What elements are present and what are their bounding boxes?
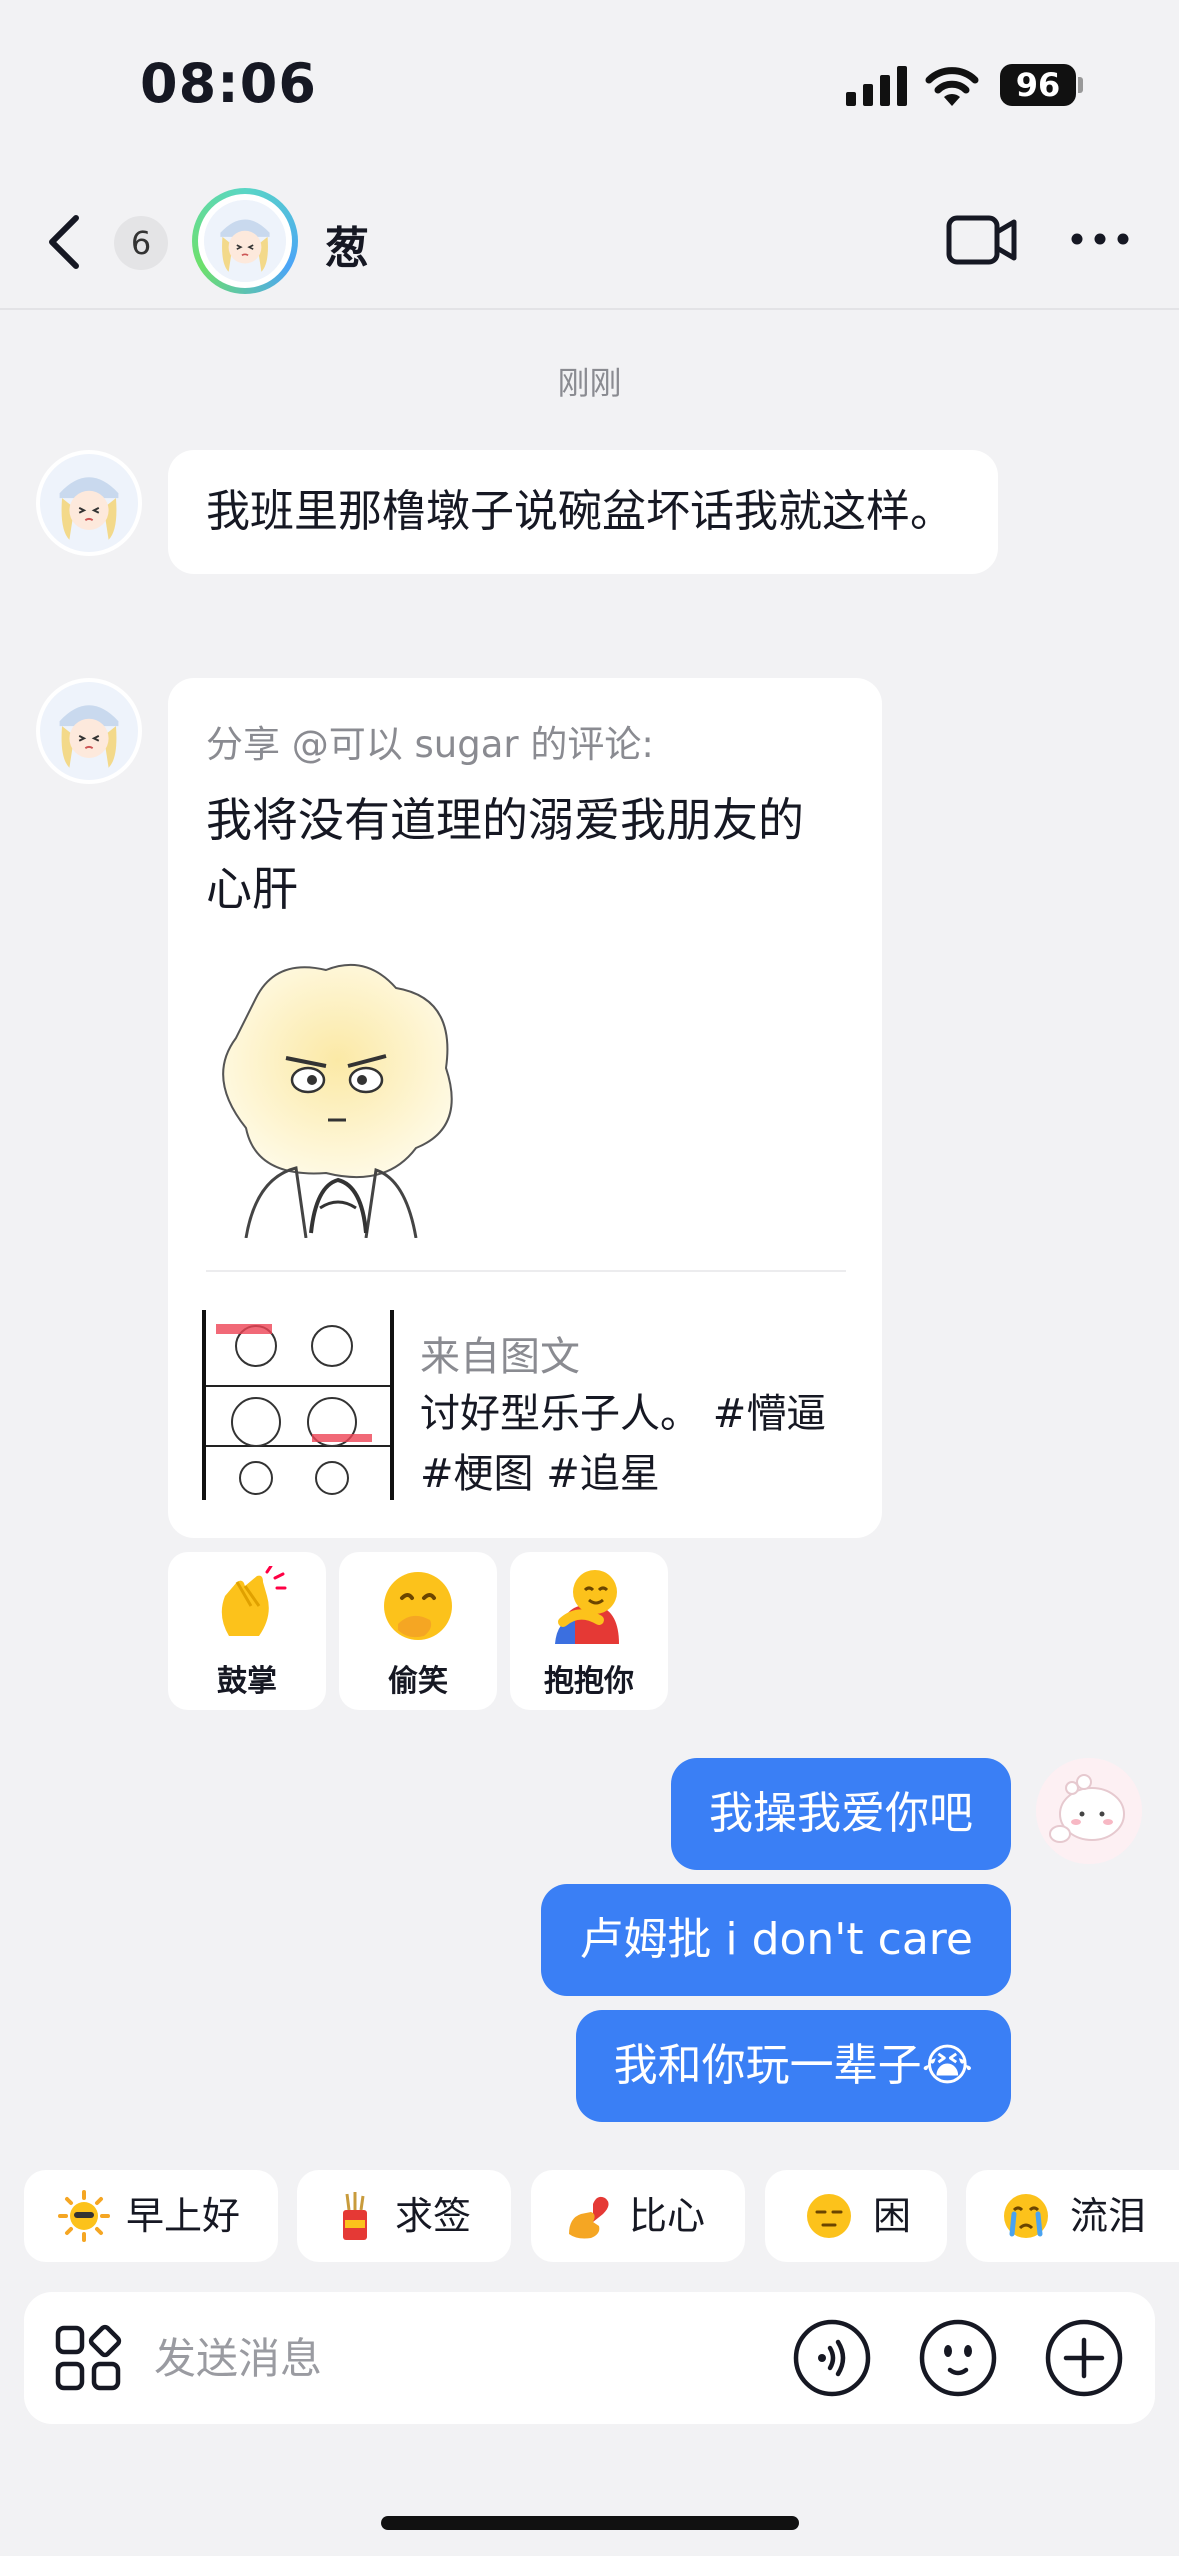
source-post-thumbnail[interactable] [202, 1310, 394, 1500]
back-icon[interactable] [44, 212, 84, 272]
apps-grid-icon[interactable] [54, 2324, 124, 2394]
quick-reply-chip[interactable]: 流泪 [966, 2170, 1179, 2262]
contact-avatar[interactable] [192, 188, 298, 294]
quick-reply-chip[interactable]: 困 [765, 2170, 947, 2262]
avatar-face-icon [40, 454, 138, 552]
status-time: 08:06 [140, 52, 317, 115]
wifi-icon [925, 67, 979, 106]
battery-nub [1078, 77, 1083, 93]
outgoing-message[interactable]: 我和你玩一辈子😭 [575, 2010, 1011, 2122]
fortune-icon [343, 2192, 367, 2240]
reaction-label: 抱抱你 [544, 1664, 634, 1699]
status-bar: 08:06 96 [0, 0, 1179, 160]
outgoing-message[interactable]: 我操我爱你吧 [671, 1758, 1011, 1870]
sleepy-icon [807, 2194, 851, 2238]
home-indicator[interactable] [381, 2516, 799, 2530]
source-label: 来自图文 [420, 1334, 580, 1380]
video-call-icon[interactable] [946, 214, 1018, 266]
sun-icon [58, 2190, 110, 2242]
reaction-label: 鼓掌 [217, 1664, 277, 1699]
chat-header: 6 葱 [0, 170, 1179, 310]
quick-reply-label: 流泪 [1070, 2194, 1147, 2238]
battery-indicator: 96 [1000, 64, 1076, 106]
reaction-snicker[interactable]: 偷笑 [339, 1552, 497, 1710]
hug-icon [555, 1570, 619, 1644]
snicker-icon [384, 1572, 452, 1640]
emoji-icon[interactable] [918, 2318, 998, 2398]
more-icon[interactable] [1070, 232, 1130, 246]
reaction-hug[interactable]: 抱抱你 [510, 1552, 668, 1710]
message-timestamp: 刚刚 [557, 364, 622, 402]
sender-avatar[interactable] [36, 450, 142, 556]
sheep-avatar-icon [1036, 1758, 1142, 1864]
incoming-message[interactable]: 我班里那橹墩子说碗盆坏话我就这样。 [168, 450, 998, 574]
shared-comment-text: 我将没有道理的溺爱我朋友的心肝 [206, 793, 804, 916]
my-avatar[interactable] [1036, 1758, 1142, 1864]
shared-comment-card[interactable]: 分享 @可以 sugar 的评论: 我将没有道理的溺爱我朋友的心肝 来自图文 讨… [168, 678, 882, 1538]
outgoing-message[interactable]: 卢姆批 i don't care [541, 1884, 1011, 1996]
reaction-label: 偷笑 [388, 1664, 448, 1699]
reaction-clap[interactable]: 鼓掌 [168, 1552, 326, 1710]
plus-icon[interactable] [1044, 2318, 1124, 2398]
quick-reply-label: 求签 [395, 2194, 472, 2238]
quick-reply-label: 比心 [629, 2194, 706, 2238]
crying-icon [1004, 2194, 1048, 2238]
avatar-face-icon [40, 682, 138, 780]
signal-icon [846, 66, 907, 106]
quick-reply-chip[interactable]: 早上好 [24, 2170, 278, 2262]
quick-reply-chip[interactable]: 求签 [297, 2170, 511, 2262]
sender-avatar[interactable] [36, 678, 142, 784]
message-input[interactable] [154, 2322, 774, 2394]
unread-badge[interactable]: 6 [114, 216, 168, 270]
meme-sticker-image[interactable] [216, 958, 464, 1238]
message-composer [24, 2292, 1155, 2424]
quick-reply-label: 困 [873, 2194, 912, 2238]
quick-reply-label: 早上好 [126, 2194, 241, 2238]
share-source-user[interactable]: 分享 @可以 sugar 的评论: [206, 714, 844, 768]
source-description[interactable]: 讨好型乐子人。 #懵逼 #梗图 #追星 [420, 1384, 860, 1504]
voice-input-icon[interactable] [792, 2318, 872, 2398]
quick-reply-bar: 早上好 求签 比心 困 流泪 [0, 2170, 1179, 2262]
quick-reply-chip[interactable]: 比心 [531, 2170, 745, 2262]
contact-name[interactable]: 葱 [325, 212, 369, 276]
card-divider [206, 1270, 846, 1272]
heart-hand-icon [569, 2196, 609, 2239]
header-divider [0, 308, 1179, 310]
clap-icon [221, 1566, 287, 1636]
avatar-face-icon [204, 200, 286, 282]
